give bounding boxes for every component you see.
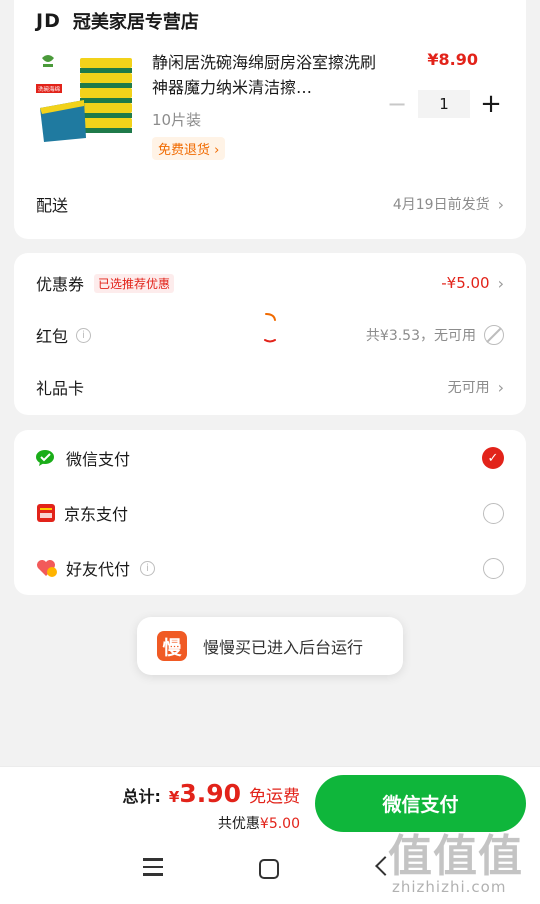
delivery-label: 配送 — [36, 196, 69, 215]
gift-card-label: 礼品卡 — [36, 379, 85, 398]
info-icon[interactable]: i — [76, 327, 92, 343]
friend-pay-icon — [37, 560, 57, 577]
jd-logo: JD — [36, 10, 61, 32]
total-line: 总计: ¥ 3.90 免运费 — [122, 779, 300, 808]
payment-option-label: 微信支付 — [66, 450, 131, 469]
product-price: ¥8.90 — [427, 50, 478, 69]
product-image[interactable]: 洗碗海绵 — [34, 50, 138, 154]
red-packet-value: 共¥3.53，无可用 — [365, 328, 476, 344]
gift-card-value: 无可用 — [447, 380, 490, 396]
product-title[interactable]: 静闲居洗碗海绵厨房浴室擦洗刷神器魔力纳米清洁擦… — [152, 50, 380, 100]
jd-pay-icon — [37, 504, 55, 522]
quantity-stepper: − 1 + — [384, 90, 504, 118]
free-return-label: 免费退货 — [158, 143, 211, 158]
chevron-right-icon: › — [497, 377, 504, 397]
store-header[interactable]: JD 冠美家居专营店 — [36, 8, 199, 34]
loading-spinner-icon — [264, 313, 276, 343]
saved-amount: ¥5.00 — [259, 816, 300, 832]
store-card: JD 冠美家居专营店 洗碗海绵 静闲居洗碗海绵厨房浴室擦洗刷神器魔力纳米清洁擦…… — [14, 0, 526, 239]
delivery-date: 4月19日前发货 — [392, 197, 490, 213]
payment-option-friend[interactable]: 好友代付 i — [36, 556, 504, 580]
recent-apps-icon[interactable] — [143, 858, 163, 881]
chevron-right-icon: › — [497, 194, 504, 214]
watermark-url: zhizhizhi.com — [392, 878, 507, 896]
payment-option-jd[interactable]: 京东支付 — [36, 501, 504, 525]
manmanmai-app-icon: 慢 — [157, 631, 187, 661]
saved-line: 共优惠 ¥5.00 — [218, 813, 300, 833]
radio-checked-icon[interactable]: ✓ — [482, 447, 504, 469]
watermark: 值值值 zhizhizhi.com — [388, 820, 538, 900]
decrease-quantity-button[interactable]: − — [384, 90, 410, 118]
total-label: 总计: — [122, 787, 161, 806]
quantity-field[interactable]: 1 — [418, 90, 470, 118]
payment-option-label: 好友代付 — [66, 560, 131, 579]
chevron-right-icon: › — [497, 273, 504, 293]
coupon-recommended-tag: 已选推荐优惠 — [94, 273, 175, 293]
saved-label: 共优惠 — [217, 816, 260, 832]
total-amount: 3.90 — [179, 779, 241, 808]
payment-card: 微信支付 ✓ 京东支付 好友代付 i — [14, 430, 526, 595]
currency-symbol: ¥ — [168, 788, 180, 806]
radio-unchecked-icon[interactable] — [483, 502, 504, 524]
radio-unchecked-icon[interactable] — [483, 557, 504, 579]
coupon-label: 优惠券 — [36, 275, 85, 294]
chevron-right-icon: › — [214, 143, 220, 158]
watermark-logo: 值值值 — [388, 831, 523, 882]
red-packet-label: 红包 — [36, 327, 69, 346]
unavailable-icon — [484, 325, 504, 345]
info-icon[interactable]: i — [140, 560, 156, 576]
wechat-pay-icon — [36, 450, 54, 466]
coupon-row[interactable]: 优惠券 已选推荐优惠 -¥5.00 › — [36, 271, 504, 295]
gift-card-row[interactable]: 礼品卡 无可用 › — [36, 375, 504, 399]
delivery-row[interactable]: 配送 4月19日前发货 › — [36, 192, 504, 216]
payment-option-wechat[interactable]: 微信支付 ✓ — [36, 446, 504, 470]
toast-message: 慢慢买已进入后台运行 — [203, 638, 364, 657]
free-shipping-label: 免运费 — [249, 787, 300, 807]
increase-quantity-button[interactable]: + — [478, 90, 504, 118]
payment-option-label: 京东支付 — [64, 505, 129, 524]
home-icon[interactable] — [259, 859, 279, 879]
coupon-amount: -¥5.00 — [441, 274, 490, 292]
svg-text:洗碗海绵: 洗碗海绵 — [38, 85, 61, 93]
product-spec: 10片装 — [152, 111, 202, 129]
background-run-toast: 慢 慢慢买已进入后台运行 — [137, 617, 403, 675]
free-return-badge[interactable]: 免费退货 › — [152, 137, 226, 160]
store-name[interactable]: 冠美家居专营店 — [73, 8, 199, 34]
